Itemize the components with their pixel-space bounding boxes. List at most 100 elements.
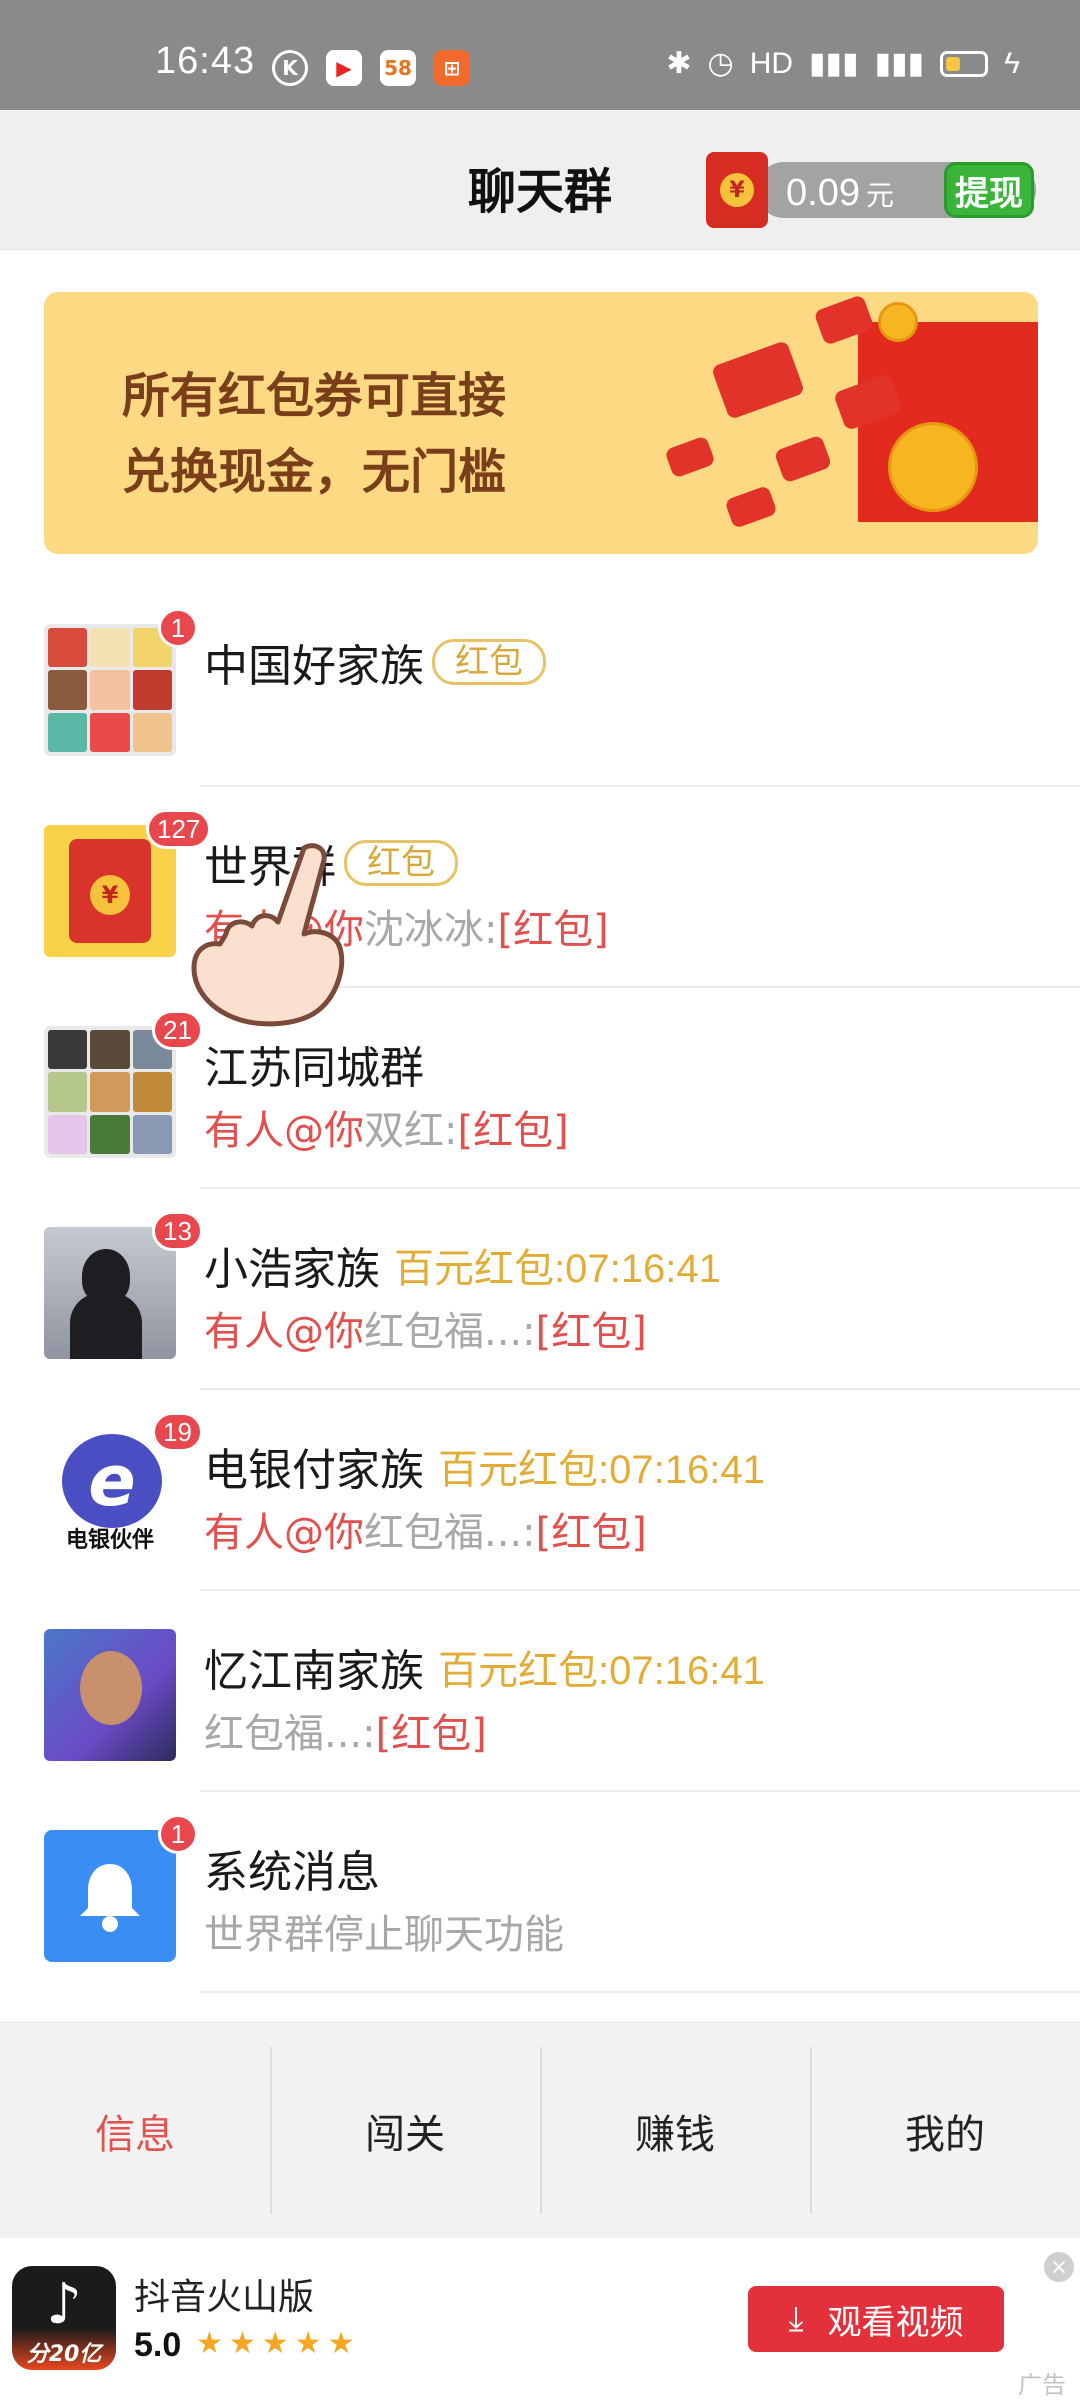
mini-envelope-icon [710,340,806,420]
wallet-amount: 0.09 元 [786,172,894,215]
status-system-icons: ✱ ◷ HD ▮▮▮ ▮▮▮ ϟ [666,46,1020,81]
tap-hint-hand-icon [191,843,345,1027]
chat-preview: 红包福...:[红包] [204,1701,487,1759]
banner-line-1: 所有红包券可直接 [122,368,507,424]
chat-name: 中国好家族 [204,641,424,692]
chat-row[interactable]: e 电银伙伴 19 电银付家族 百元红包:07:16:41 有人@你红包福...:… [0,1390,1080,1591]
wallet-amount-unit: 元 [865,180,894,211]
battery-icon [940,50,989,77]
preview-sender: 红包福...: [364,1510,536,1556]
chat-name: 忆江南家族 [204,1646,424,1697]
red-packet-label: [红包] [535,1510,647,1556]
mention-label: 有人@你 [204,1309,364,1355]
logo-letter: e [62,1434,162,1528]
banner-line-2: 兑换现金，无门槛 [122,444,507,500]
bottom-tab-bar: 信息 闯关 赚钱 我的 [0,2022,1080,2238]
red-packet-label: [红包] [497,907,609,953]
grid-app-icon: ⊞ [434,50,470,86]
watch-video-button[interactable]: ⤓ 观看视频 [748,2286,1004,2352]
gold-coin-icon [878,302,918,342]
chat-name: 电银付家族 [204,1445,424,1496]
logo-caption: 电银伙伴 [65,1528,154,1553]
chat-name: 江苏同城群 [204,1043,424,1094]
chat-row[interactable]: 13 小浩家族 百元红包:07:16:41 有人@你红包福...:[红包] [0,1189,1080,1390]
status-bar: 16:43 K ▶ 58 ⊞ ✱ ◷ HD ▮▮▮ ▮▮▮ ϟ [0,0,1080,110]
chat-preview: 世界群停止聊天功能 [204,1902,564,1960]
chat-name: 系统消息 [204,1847,380,1898]
group-avatar: e 电银伙伴 [44,1428,176,1560]
chat-row[interactable]: 1 中国好家族 红包 [0,586,1080,787]
58-app-icon: 58 [380,50,416,86]
close-ad-icon[interactable]: × [1044,2252,1074,2282]
tiktok-note-icon: ♪ [46,2272,82,2337]
system-avatar [44,1830,176,1962]
red-packet-countdown: 百元红包:07:16:41 [438,1649,765,1693]
red-packet-label: [红包] [457,1108,569,1154]
tab-earn[interactable]: 赚钱 [540,2023,810,2238]
chat-preview: 有人@你双红:[红包] [204,1098,569,1156]
group-avatar [44,1026,176,1158]
download-icon: ⤓ [788,2299,804,2339]
star-rating-icon: ★★★★★ [196,2326,361,2361]
ad-icon-caption: 分20亿 [26,2342,102,2367]
red-packet-label: [红包] [535,1309,647,1355]
signal-4g-icon: ▮▮▮ [809,47,859,80]
chat-title-line: 江苏同城群 [204,1032,424,1096]
red-packet-countdown: 百元红包:07:16:41 [394,1247,721,1291]
withdraw-button[interactable]: 提现 [944,162,1034,218]
preview-sender: 沈冰冰: [364,907,498,953]
red-packet-tag: 红包 [432,639,546,685]
banner-text: 所有红包券可直接 兑换现金，无门槛 [122,358,506,510]
mention-label: 有人@你 [204,1108,364,1154]
k-app-icon: K [272,50,308,86]
tab-messages[interactable]: 信息 [0,2023,270,2238]
bell-icon [44,1830,176,1962]
wallet-widget[interactable]: 0.09 元 ¥ 提现 [706,152,1036,228]
chat-preview: 有人@你红包福...:[红包] [204,1500,647,1558]
signal-4g-icon: ▮▮▮ [874,47,925,80]
chat-row[interactable]: ¥ 127 世界群 红包 有人@你沈冰冰:[红包] [0,787,1080,988]
chat-row[interactable]: 21 江苏同城群 有人@你双红:[红包] [0,988,1080,1189]
ad-app-name: 抖音火山版 [134,2277,315,2318]
ad-label: 广告 [1018,2371,1066,2399]
preview-text: 世界群停止聊天功能 [204,1912,564,1958]
ad-rating: 5.0 [134,2326,182,2364]
app-header: 聊天群 0.09 元 ¥ 提现 [0,110,1080,250]
mini-envelope-icon [664,435,716,479]
mini-envelope-icon [773,434,833,484]
red-packet-label: [红包] [375,1711,487,1757]
unread-badge: 1 [158,608,198,648]
red-envelope-icon: ¥ [69,839,151,943]
mention-label: 有人@你 [204,1510,364,1556]
tab-profile[interactable]: 我的 [810,2023,1080,2238]
red-envelope-icon: ¥ [706,152,768,228]
wallet-amount-value: 0.09 [786,172,860,214]
status-notification-icons: K ▶ 58 ⊞ [272,50,470,86]
preview-sender: 双红: [364,1108,458,1154]
status-time: 16:43 [155,40,256,82]
watch-video-label: 观看视频 [827,2302,964,2343]
preview-sender: 红包福...: [204,1711,376,1757]
chat-list: 1 中国好家族 红包 ¥ 127 世界群 红包 有人@你沈冰冰:[红包] 21 [0,586,1080,1993]
preview-sender: 红包福...: [364,1309,536,1355]
chat-title-line: 电银付家族 百元红包:07:16:41 [204,1434,765,1498]
unread-badge: 1 [158,1814,198,1854]
charging-icon: ϟ [1004,46,1020,80]
group-avatar [44,1227,176,1359]
bluetooth-icon: ✱ [666,47,692,80]
group-avatar [44,1629,176,1761]
chat-title-line: 系统消息 [204,1836,380,1900]
tab-challenge[interactable]: 闯关 [270,2023,540,2238]
yuan-symbol: ¥ [720,173,754,207]
chat-row[interactable]: 忆江南家族 百元红包:07:16:41 红包福...:[红包] [0,1591,1080,1792]
mini-envelope-icon [724,485,778,529]
chat-preview: 有人@你红包福...:[红包] [204,1299,647,1357]
red-packet-countdown: 百元红包:07:16:41 [438,1448,765,1492]
promo-banner[interactable]: 所有红包券可直接 兑换现金，无门槛 [44,292,1038,554]
gold-coin-icon [888,422,978,512]
group-avatar [44,624,176,756]
video-app-icon: ▶ [326,50,362,86]
chat-title-line: 中国好家族 红包 [204,630,546,694]
ad-banner[interactable]: ♪ 分20亿 抖音火山版 5.0 ★★★★★ ⤓ 观看视频 × 广告 [0,2238,1080,2400]
chat-row[interactable]: 1 系统消息 世界群停止聊天功能 [0,1792,1080,1993]
